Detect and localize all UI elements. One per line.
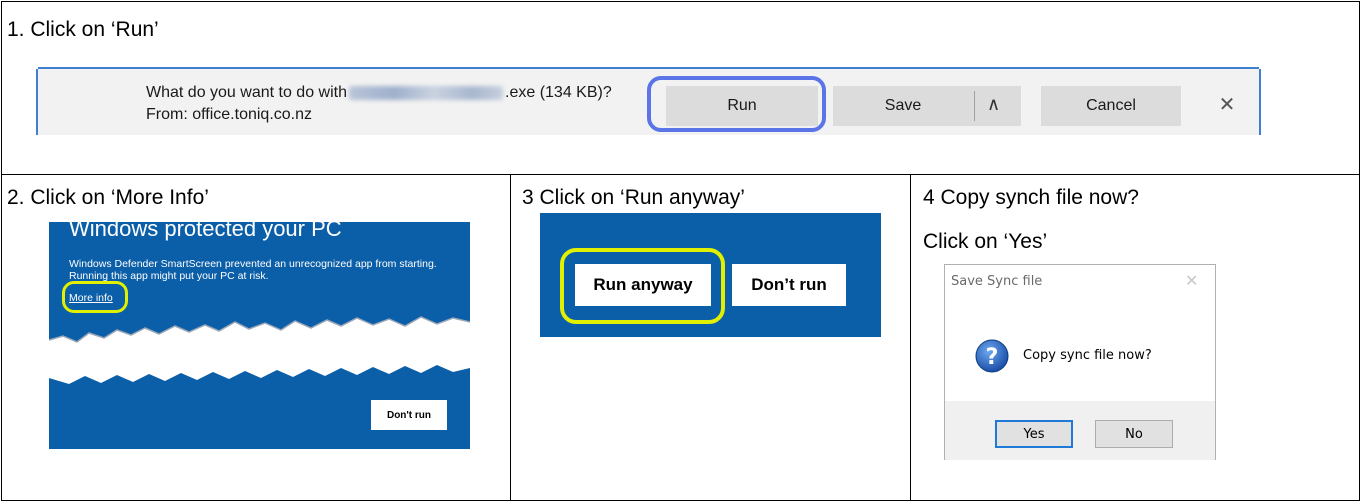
column-divider: [910, 174, 911, 500]
cancel-button[interactable]: Cancel: [1041, 86, 1181, 126]
download-source: From: office.toniq.co.nz: [146, 106, 312, 123]
no-button[interactable]: No: [1095, 420, 1173, 448]
dont-run-button[interactable]: Don't run: [371, 400, 447, 430]
smartscreen-panel: Windows protected your PC Windows Defend…: [49, 222, 470, 449]
yes-button[interactable]: Yes: [995, 420, 1073, 448]
chevron-up-icon: ∧: [987, 94, 1001, 114]
column-divider: [510, 174, 511, 500]
dialog-footer: [945, 401, 1215, 460]
download-bar: What do you want to do with .exe (134 KB)…: [36, 67, 1261, 135]
step-1-caption: 1. Click on ‘Run’: [7, 18, 159, 41]
download-question-prefix: What do you want to do with: [146, 84, 347, 101]
close-icon[interactable]: ✕: [1216, 94, 1238, 116]
save-sync-dialog: Save Sync file ✕ ? Copy sync file now? Y…: [944, 264, 1216, 460]
dialog-message: Copy sync file now?: [1023, 348, 1152, 363]
dialog-title: Save Sync file: [951, 274, 1043, 289]
step-4-caption: 4 Copy synch file now?: [923, 186, 1139, 209]
download-question-suffix: .exe (134 KB)?: [505, 84, 612, 101]
download-question: What do you want to do with .exe (134 KB)…: [146, 84, 612, 102]
save-button[interactable]: Save: [833, 86, 973, 126]
step-2-caption: 2. Click on ‘More Info’: [7, 186, 209, 209]
close-icon[interactable]: ✕: [1185, 271, 1198, 291]
button-separator: [974, 91, 975, 121]
download-bar-edge: [1259, 69, 1261, 135]
row-divider: [2, 174, 1359, 175]
blurred-filename: [349, 85, 503, 100]
dont-run-button[interactable]: Don’t run: [732, 264, 846, 306]
svg-text:?: ?: [986, 345, 999, 370]
step-4-instruction: Click on ‘Yes’: [923, 230, 1048, 253]
run-highlight-annotation: [647, 76, 826, 132]
question-icon: ?: [975, 339, 1009, 373]
run-anyway-highlight-annotation: [560, 248, 725, 324]
save-options-button[interactable]: ∧: [973, 86, 1021, 126]
download-bar-edge: [36, 69, 38, 135]
run-anyway-panel: Run anyway Don’t run: [540, 213, 881, 337]
step-3-caption: 3 Click on ‘Run anyway’: [522, 186, 745, 209]
